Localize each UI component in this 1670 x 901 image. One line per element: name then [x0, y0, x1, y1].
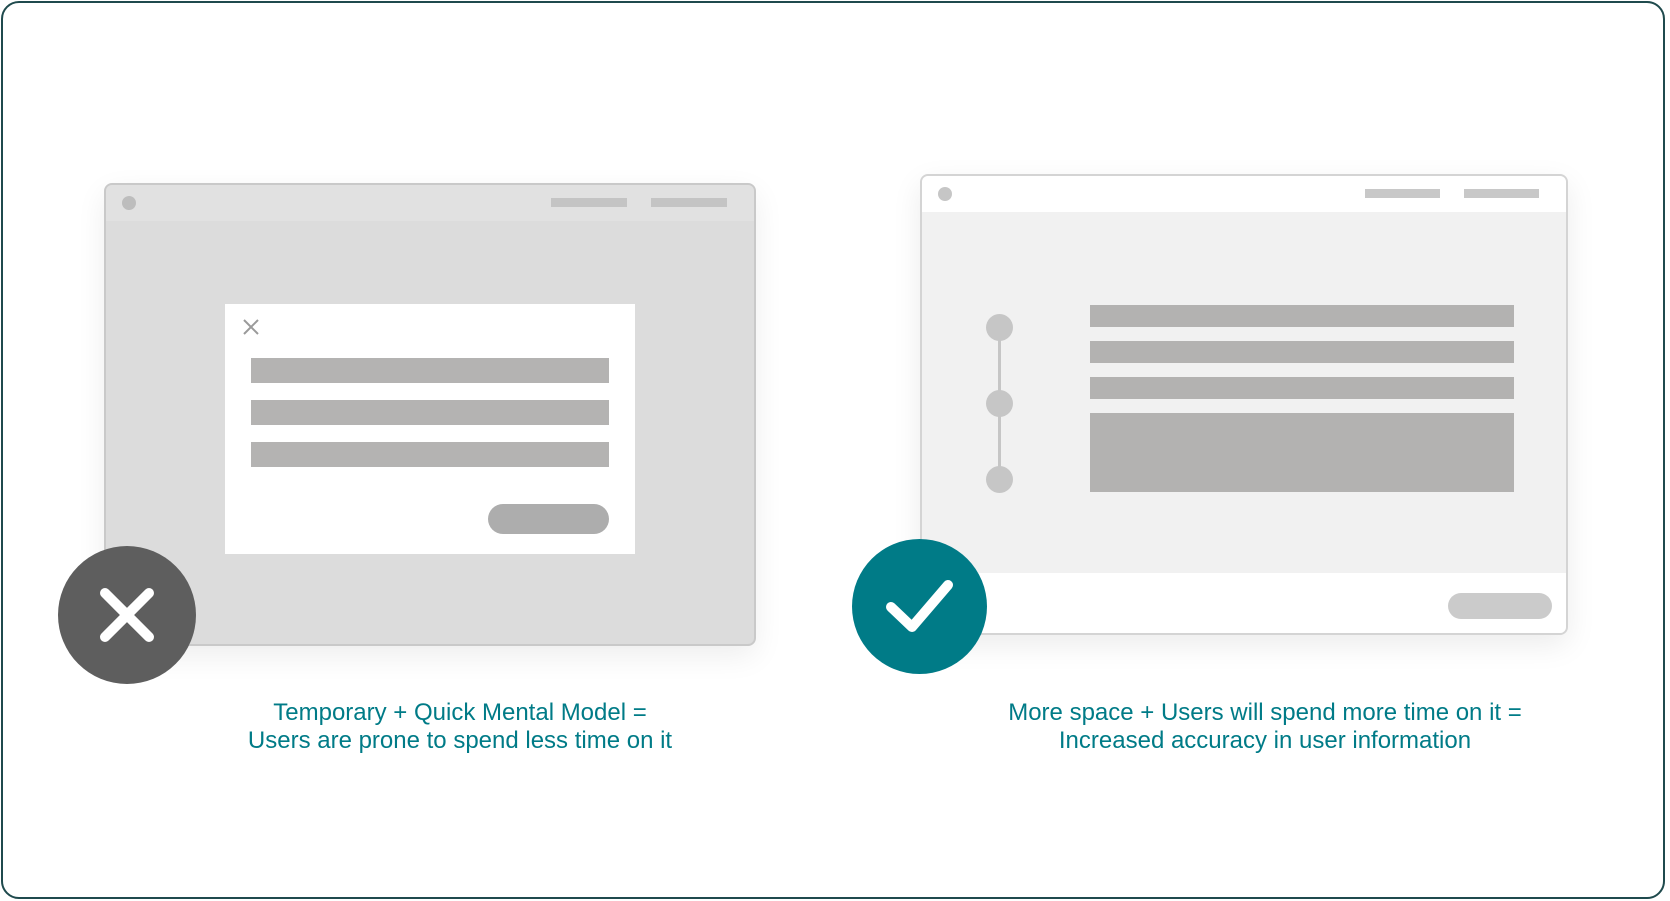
left-window-nav-placeholder-2	[651, 198, 727, 207]
close-icon	[100, 588, 154, 642]
page-textarea-placeholder	[1090, 413, 1514, 492]
page-field-placeholder-1	[1090, 305, 1514, 327]
right-window-nav-placeholder-2	[1464, 189, 1539, 198]
left-caption: Temporary + Quick Mental Model = Users a…	[160, 699, 760, 755]
left-caption-line-2: Users are prone to spend less time on it	[247, 727, 673, 754]
close-icon	[243, 319, 259, 335]
modal-field-placeholder-3	[251, 442, 609, 467]
left-window-dot	[122, 196, 136, 210]
stepper-step-3	[986, 466, 1013, 493]
page-field-placeholder-3	[1090, 377, 1514, 399]
page-field-placeholder-2	[1090, 341, 1514, 363]
stepper-step-2	[986, 390, 1013, 417]
check-icon	[886, 580, 953, 632]
page-submit-button-placeholder	[1448, 593, 1552, 619]
correct-badge	[852, 539, 987, 674]
left-window-nav-placeholder-1	[551, 198, 627, 207]
modal-field-placeholder-1	[251, 358, 609, 383]
right-caption: More space + Users will spend more time …	[940, 699, 1590, 755]
right-window-titlebar	[922, 176, 1566, 212]
left-caption-line-1: Temporary + Quick Mental Model =	[273, 699, 647, 726]
right-caption-line-1: More space + Users will spend more time …	[1008, 699, 1522, 726]
right-window-nav-placeholder-1	[1365, 189, 1440, 198]
modal-submit-button-placeholder	[488, 504, 609, 534]
left-window-titlebar	[106, 185, 754, 221]
modal-field-placeholder-2	[251, 400, 609, 425]
stepper-step-1	[986, 314, 1013, 341]
right-window-dot	[938, 187, 952, 201]
incorrect-badge	[58, 546, 196, 684]
modal-dialog	[225, 304, 635, 554]
right-caption-line-2: Increased accuracy in user information	[1058, 727, 1472, 754]
page-footer	[922, 573, 1566, 633]
right-browser-window	[920, 174, 1568, 635]
